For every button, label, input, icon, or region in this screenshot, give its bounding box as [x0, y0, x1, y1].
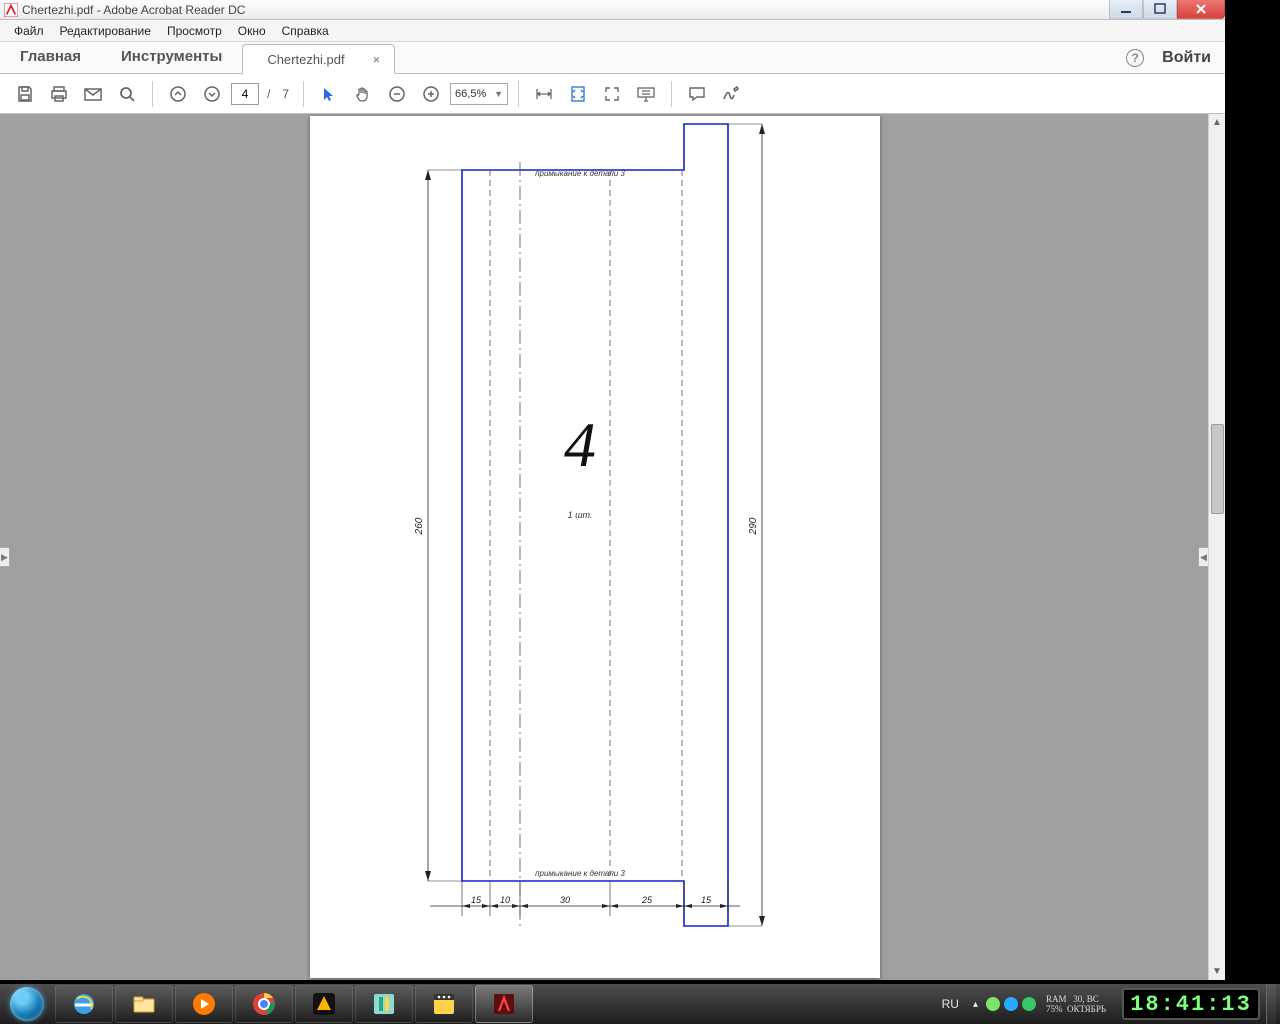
taskbar-ie[interactable] [55, 985, 113, 1023]
dim-right: 290 [748, 517, 759, 535]
system-tray: RU ▴ RAM 30, ВС 75% ОКТЯБРЬ 18:41:13 [934, 984, 1280, 1024]
menu-help[interactable]: Справка [274, 22, 337, 40]
menu-edit[interactable]: Редактирование [52, 22, 159, 40]
dim-b2: 10 [500, 895, 510, 905]
show-desktop-button[interactable] [1266, 984, 1276, 1024]
menu-file[interactable]: Файл [6, 22, 52, 40]
separator [152, 81, 153, 107]
zoom-value: 66,5% [455, 88, 486, 100]
taskbar-explorer[interactable] [115, 985, 173, 1023]
note-bottom: примыкание к детали 3 [535, 869, 625, 878]
search-icon[interactable] [112, 79, 142, 109]
toolbar: / 7 66,5% ▼ [0, 74, 1225, 114]
dim-b4: 25 [641, 895, 653, 905]
window-titlebar: Chertezhi.pdf - Adobe Acrobat Reader DC [0, 0, 1225, 20]
chevron-down-icon: ▼ [494, 89, 503, 99]
separator [671, 81, 672, 107]
acrobat-icon [4, 3, 18, 17]
technical-drawing: 4 1 шт. примыкание к детали 3 примыкание… [310, 116, 880, 978]
vertical-scrollbar[interactable]: ▲ ▼ [1208, 114, 1225, 980]
pdf-page: 4 1 шт. примыкание к детали 3 примыкание… [310, 116, 880, 978]
taskbar-app2[interactable] [415, 985, 473, 1023]
system-monitor[interactable]: RAM 30, ВС 75% ОКТЯБРЬ [1038, 994, 1114, 1014]
page-up-icon[interactable] [163, 79, 193, 109]
sys-month: ОКТЯБРЬ [1067, 1004, 1106, 1014]
page-total: 7 [278, 87, 293, 101]
tab-home[interactable]: Главная [0, 41, 101, 73]
language-indicator[interactable]: RU [934, 997, 967, 1011]
page-number-input[interactable] [231, 83, 259, 105]
tray-icon-1[interactable] [986, 997, 1000, 1011]
read-mode-icon[interactable] [631, 79, 661, 109]
tab-close-button[interactable]: × [373, 52, 381, 67]
help-button[interactable]: ? [1126, 49, 1144, 67]
select-tool-icon[interactable] [314, 79, 344, 109]
sys-ram-label: RAM [1046, 994, 1067, 1004]
taskbar-acrobat[interactable] [475, 985, 533, 1023]
mail-icon[interactable] [78, 79, 108, 109]
page-down-icon[interactable] [197, 79, 227, 109]
dim-b5: 15 [701, 895, 712, 905]
print-icon[interactable] [44, 79, 74, 109]
separator [303, 81, 304, 107]
taskbar-media[interactable] [175, 985, 233, 1023]
dim-left: 260 [414, 517, 425, 535]
dim-b1: 15 [471, 895, 482, 905]
zoom-out-icon[interactable] [382, 79, 412, 109]
page-sep: / [263, 87, 274, 101]
windows-taskbar: RU ▴ RAM 30, ВС 75% ОКТЯБРЬ 18:41:13 [0, 984, 1280, 1024]
dim-b3: 30 [560, 895, 570, 905]
tray-icon-2[interactable] [1004, 997, 1018, 1011]
tray-icon-3[interactable] [1022, 997, 1036, 1011]
taskbar-app1[interactable] [355, 985, 413, 1023]
nav-pane-toggle-right[interactable]: ◀ [1198, 547, 1208, 567]
sys-date: 30, ВС [1073, 994, 1099, 1004]
window-minimize-button[interactable] [1109, 0, 1143, 19]
tab-tools-label: Инструменты [121, 48, 222, 65]
tab-document-label: Chertezhi.pdf [267, 52, 344, 67]
window-close-button[interactable] [1177, 0, 1225, 19]
fullscreen-icon[interactable] [597, 79, 627, 109]
start-button[interactable] [0, 984, 54, 1024]
window-maximize-button[interactable] [1143, 0, 1177, 19]
taskbar-chrome[interactable] [235, 985, 293, 1023]
fit-page-icon[interactable] [563, 79, 593, 109]
windows-orb-icon [10, 987, 44, 1021]
tab-document[interactable]: Chertezhi.pdf × [242, 44, 395, 74]
part-qty: 1 шт. [568, 510, 593, 520]
zoom-select[interactable]: 66,5% ▼ [450, 83, 508, 105]
hand-tool-icon[interactable] [348, 79, 378, 109]
tab-home-label: Главная [20, 48, 81, 65]
sys-ram-val: 75% [1046, 1004, 1063, 1014]
separator [518, 81, 519, 107]
sign-icon[interactable] [716, 79, 746, 109]
login-button[interactable]: Войти [1162, 49, 1211, 67]
scroll-up-icon[interactable]: ▲ [1209, 114, 1225, 131]
desktop-clock[interactable]: 18:41:13 [1122, 988, 1260, 1020]
taskbar-aimp[interactable] [295, 985, 353, 1023]
save-icon[interactable] [10, 79, 40, 109]
window-title: Chertezhi.pdf - Adobe Acrobat Reader DC [22, 3, 245, 17]
fit-width-icon[interactable] [529, 79, 559, 109]
zoom-in-icon[interactable] [416, 79, 446, 109]
clock-time: 18:41:13 [1130, 992, 1252, 1017]
nav-pane-toggle-left[interactable]: ▶ [0, 547, 10, 567]
note-top: примыкание к детали 3 [535, 169, 625, 178]
menu-bar: Файл Редактирование Просмотр Окно Справк… [0, 20, 1225, 42]
tray-overflow-icon[interactable]: ▴ [967, 999, 984, 1010]
part-number: 4 [564, 409, 596, 480]
menu-view[interactable]: Просмотр [159, 22, 230, 40]
comment-icon[interactable] [682, 79, 712, 109]
scroll-thumb[interactable] [1211, 424, 1224, 514]
document-viewport[interactable]: ▶ ◀ ▲ ▼ [0, 114, 1225, 980]
scroll-down-icon[interactable]: ▼ [1209, 963, 1225, 980]
tabs-row: Главная Инструменты Chertezhi.pdf × ? Во… [0, 42, 1225, 74]
tab-tools[interactable]: Инструменты [101, 41, 242, 73]
menu-window[interactable]: Окно [230, 22, 274, 40]
